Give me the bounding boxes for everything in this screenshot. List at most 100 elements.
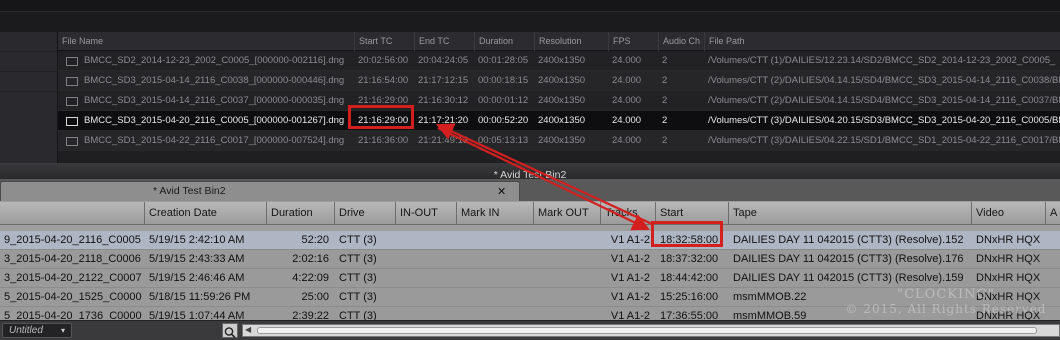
clip-drive: CTT (3) (339, 272, 377, 284)
col-duration[interactable]: Duration (474, 32, 534, 51)
clip-tape: DAILIES DAY 11 042015 (CTT3) (Resolve).1… (733, 234, 964, 246)
scroll-left-icon[interactable]: ◀ (245, 325, 251, 334)
clip-in-out (396, 288, 457, 307)
find-button[interactable] (222, 323, 238, 339)
clip-tracks: V1 A1-2 (610, 272, 650, 284)
tab-avid-test-bin2[interactable]: * Avid Test Bin2 ✕ (0, 181, 520, 201)
avid-clip-row-selected[interactable]: 9_2015-04-20_2116_C0005 5/19/15 2:42:10 … (0, 231, 1060, 250)
col-creation-date[interactable]: Creation Date (145, 202, 267, 225)
clip-resolution: 2400x1350 (538, 75, 586, 86)
resolve-clip-row-selected[interactable]: BMCC_SD3_2015-04-20_2116_C0005_[000000-0… (58, 111, 1060, 131)
col-file-path[interactable]: File Path (704, 32, 1060, 51)
clip-name: 3_2015-04-20_2122_C0007 (4, 272, 142, 284)
clip-drive: CTT (3) (339, 253, 377, 265)
col-start-tc[interactable]: Start TC (354, 32, 414, 51)
resolve-media-pool: File Name Start TC End TC Duration Resol… (0, 0, 1060, 163)
clip-start-tc: 21:16:36:00 (358, 135, 409, 146)
clip-tracks: V1 A1-2 (610, 253, 650, 265)
resolve-clip-row[interactable]: BMCC_SD3_2015-04-14_2116_C0038_[000000-0… (58, 71, 1060, 91)
clip-drive: CTT (3) (339, 291, 377, 303)
clip-start: 18:44:42:00 (660, 272, 719, 284)
col-in-out[interactable]: IN-OUT (396, 202, 457, 225)
highlight-box-start-tc (348, 105, 414, 129)
col-resolution[interactable]: Resolution (534, 32, 608, 51)
clip-fps: 24.000 (612, 95, 642, 106)
clip-file-name: BMCC_SD3_2015-04-20_2116_C0005_[000000-0… (84, 115, 345, 126)
clip-tracks: V1 A1-2 (610, 234, 650, 246)
clip-tape: DAILIES DAY 11 042015 (CTT3) (Resolve).1… (733, 253, 964, 265)
clip-audio-ch: 2 (662, 115, 668, 126)
chevron-down-icon: ▾ (61, 326, 66, 335)
horizontal-scrollbar[interactable]: ◀ (242, 324, 1060, 337)
clip-video: DNxHR HQX (976, 253, 1041, 265)
clip-resolution: 2400x1350 (538, 95, 586, 106)
clip-audio-ch: 2 (662, 75, 668, 86)
scrollbar-thumb[interactable] (257, 327, 1037, 334)
clip-end-tc: 21:21:49:13 (418, 135, 469, 146)
clip-mark-in (457, 250, 534, 269)
col-fps[interactable]: FPS (608, 32, 658, 51)
col-file-name[interactable]: File Name (58, 32, 354, 51)
clip-file-path: /Volumes/CTT (3)/DAILIES/04.22.15/SD1/BM… (708, 135, 1060, 146)
clip-video: DNxHR HQX (976, 272, 1041, 284)
clip-duration: 2:02:16 (292, 253, 329, 265)
avid-tab-bar: * Avid Test Bin2 ✕ (0, 179, 1060, 201)
col-tape[interactable]: Tape (729, 202, 972, 225)
clip-fps: 24.000 (612, 55, 642, 66)
clip-duration: 4:22:09 (292, 272, 329, 284)
clip-name: 9_2015-04-20_2116_C0005 (4, 234, 141, 246)
col-mark-in[interactable]: Mark IN (457, 202, 534, 225)
clip-video: DNxHR HQX (976, 234, 1041, 246)
clip-audio-ch: 2 (662, 55, 668, 66)
avid-column-header: Creation Date Duration Drive IN-OUT Mark… (0, 202, 1060, 225)
resolve-clip-row[interactable]: BMCC_SD1_2015-04-22_2116_C0017_[000000-0… (58, 131, 1060, 151)
clip-audio-ch: 2 (662, 135, 668, 146)
col-video[interactable]: Video (972, 202, 1046, 225)
clip-thumbnail-icon (66, 117, 78, 126)
resolve-clip-row[interactable]: BMCC_SD2_2014-12-23_2002_C0005_[000000-0… (58, 51, 1060, 71)
clip-file-name: BMCC_SD3_2015-04-14_2116_C0038_[000000-0… (84, 75, 345, 86)
clip-creation-date: 5/19/15 2:43:33 AM (149, 253, 245, 265)
bin-view-dropdown[interactable]: Untitled ▾ (2, 323, 72, 338)
clip-tape: DAILIES DAY 11 042015 (CTT3) (Resolve).1… (733, 272, 964, 284)
clip-file-path: /Volumes/CTT (3)/DAILIES/04.20.15/SD3/BM… (708, 115, 1060, 126)
avid-clip-row[interactable]: 3_2015-04-20_2118_C0006 5/19/15 2:43:33 … (0, 250, 1060, 269)
clip-end-tc: 21:16:30:12 (418, 95, 469, 106)
clip-duration: 00:00:01:12 (478, 95, 529, 106)
col-drive[interactable]: Drive (335, 202, 396, 225)
col-mark-out[interactable]: Mark OUT (534, 202, 601, 225)
col-end-tc[interactable]: End TC (414, 32, 474, 51)
clip-in-out (396, 231, 457, 250)
col-audio-ch[interactable]: Audio Ch (658, 32, 704, 51)
close-icon[interactable]: ✕ (497, 185, 506, 198)
col-audio[interactable]: A (1046, 202, 1060, 225)
clip-mark-in (457, 288, 534, 307)
clip-fps: 24.000 (612, 75, 642, 86)
clip-duration: 00:00:52:20 (478, 115, 529, 126)
clip-in-out (396, 250, 457, 269)
clip-start-tc: 20:02:56:00 (358, 55, 409, 66)
resolve-column-header: File Name Start TC End TC Duration Resol… (58, 32, 1060, 51)
clip-thumbnail-icon (66, 97, 78, 106)
clip-duration: 00:00:18:15 (478, 75, 529, 86)
clip-start-tc: 21:16:54:00 (358, 75, 409, 86)
clip-audio-ch: 2 (662, 95, 668, 106)
clip-creation-date: 5/19/15 2:46:46 AM (149, 272, 245, 284)
watermark-copyright: © 2015, All Rights Reserved (845, 302, 1047, 316)
col-name[interactable] (0, 202, 145, 225)
resolve-bin-list[interactable] (0, 32, 58, 163)
clip-file-path: /Volumes/CTT (1)/DAILIES/12.23.14/SD2/BM… (708, 55, 1056, 66)
resolve-toolbar-strip (0, 12, 1060, 32)
col-tracks[interactable]: Tracks (601, 202, 656, 225)
clip-file-path: /Volumes/CTT (2)/DAILIES/04.14.15/SD4/BM… (708, 75, 1060, 86)
clip-duration: 00:01:28:05 (478, 55, 529, 66)
clip-resolution: 2400x1350 (538, 55, 586, 66)
avid-window-titlebar[interactable]: * Avid Test Bin2 (0, 163, 1060, 181)
clip-end-tc: 21:17:21:20 (418, 115, 469, 126)
avid-clip-row[interactable]: 3_2015-04-20_2122_C0007 5/19/15 2:46:46 … (0, 269, 1060, 288)
col-duration[interactable]: Duration (267, 202, 335, 225)
watermark-title: "CLOCKING" (897, 287, 995, 302)
clip-name: 5_2015-04-20_1525_C0000 (4, 291, 142, 303)
resolve-clip-row[interactable]: BMCC_SD3_2015-04-14_2116_C0037_[000000-0… (58, 91, 1060, 111)
clip-fps: 24.000 (612, 115, 642, 126)
